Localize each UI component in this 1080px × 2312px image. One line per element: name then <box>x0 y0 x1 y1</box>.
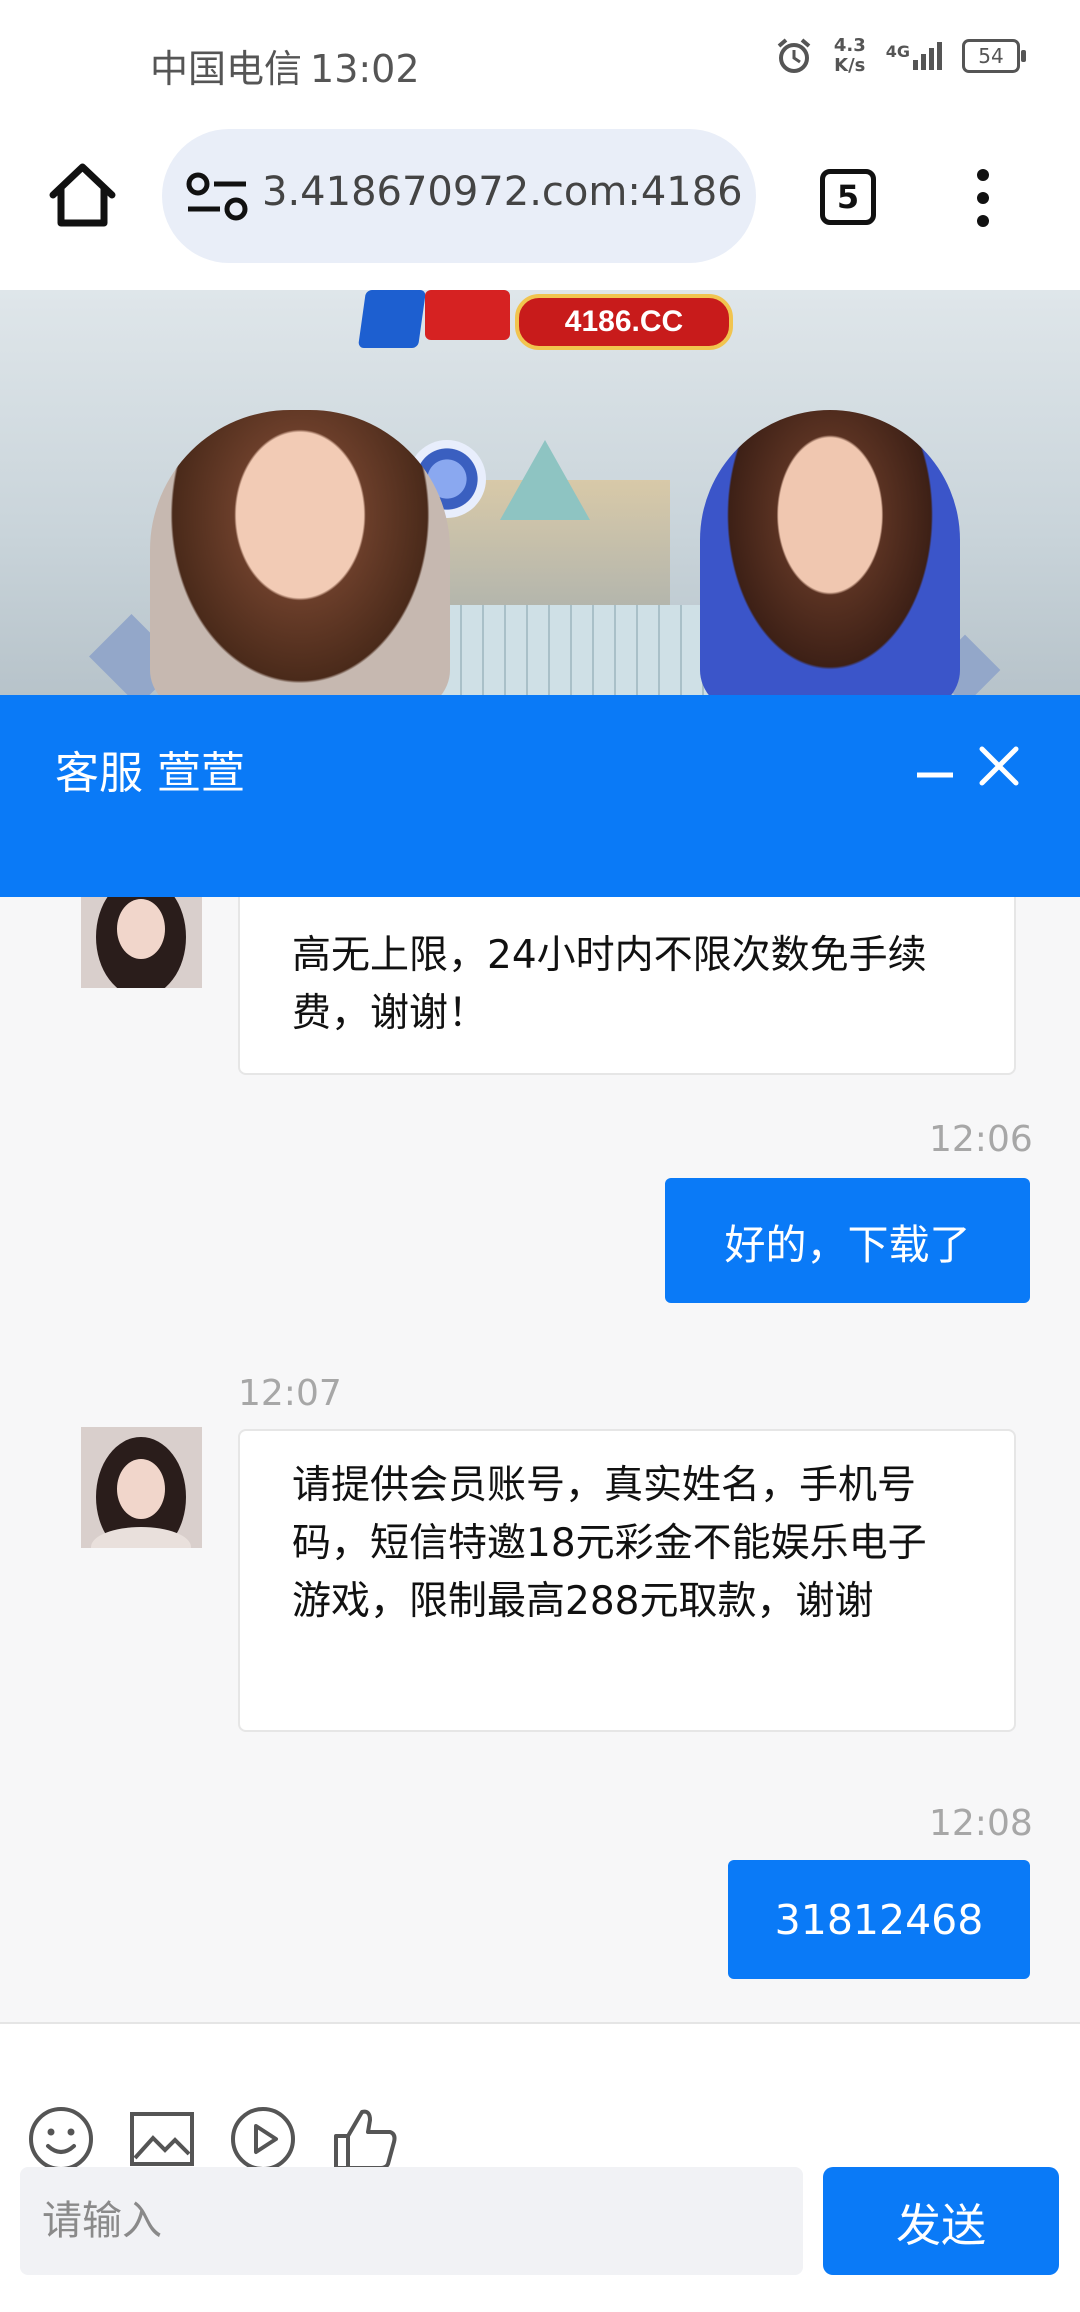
clock: 13:02 <box>310 47 420 91</box>
message-bubble-agent: 请提供会员账号，真实姓名，手机号码，短信特邀18元彩金不能娱乐电子游戏，限制最高… <box>238 1429 1016 1732</box>
message-input[interactable] <box>20 2167 803 2275</box>
network-speed-value: 4.3 <box>833 35 866 56</box>
agent-name: 萱萱 <box>157 748 245 799</box>
battery-level: 54 <box>978 44 1004 68</box>
banner-model-right <box>700 410 960 695</box>
site-info-icon[interactable] <box>184 171 250 223</box>
carrier-name: 中国电信 <box>150 47 303 91</box>
banner-logo-mark <box>357 290 427 348</box>
message-text: 请提供会员账号，真实姓名，手机号码，短信特邀18元彩金不能娱乐电子游戏，限制最高… <box>292 1463 927 1624</box>
send-button-label: 发送 <box>895 2198 986 2252</box>
chat-title: 客服 萱萱 <box>55 737 245 801</box>
banner-model-left <box>150 410 450 695</box>
message-time: 12:08 <box>929 1803 1033 1844</box>
send-button[interactable]: 发送 <box>823 2167 1059 2275</box>
status-icons: 4.3 K/s 4G 54 <box>774 36 1026 76</box>
message-bubble-user: 31812468 <box>728 1860 1030 1979</box>
address-bar[interactable]: 3.418670972.com:4186 <box>162 129 756 263</box>
emoji-icon[interactable] <box>26 2104 96 2174</box>
message-text: 31812468 <box>774 1895 984 1944</box>
promo-banner[interactable]: 4186.CC <box>0 290 1080 695</box>
banner-tiles-graphic <box>440 605 740 695</box>
chat-header: 客服 萱萱 <box>0 695 1080 897</box>
status-bar: 中国电信 13:02 4.3 K/s 4G 54 <box>0 0 1080 125</box>
agent-avatar <box>81 897 202 988</box>
video-icon[interactable] <box>228 2104 298 2174</box>
banner-roof-graphic <box>500 440 590 520</box>
signal-icon: 4G <box>886 42 942 70</box>
image-icon[interactable] <box>127 2104 197 2174</box>
tab-count: 5 <box>836 178 860 216</box>
alarm-icon <box>777 38 811 73</box>
status-carrier-time: 中国电信 13:02 <box>150 38 420 93</box>
close-icon[interactable] <box>978 745 1020 787</box>
message-bubble-agent: 高无上限，24小时内不限次数免手续费，谢谢！ <box>238 897 1016 1075</box>
message-time: 12:06 <box>929 1119 1033 1160</box>
message-bubble-user: 好的，下载了 <box>665 1178 1030 1303</box>
message-time: 12:07 <box>238 1373 342 1414</box>
tabs-icon[interactable]: 5 <box>820 169 876 225</box>
battery-icon: 54 <box>962 39 1026 73</box>
network-speed-unit: K/s <box>834 55 866 76</box>
composer: 发送 <box>0 2022 1080 2312</box>
url-text[interactable]: 3.418670972.com:4186 <box>262 169 743 215</box>
message-list[interactable]: 高无上限，24小时内不限次数免手续费，谢谢！ 12:06 好的，下载了 12:0… <box>0 897 1080 2022</box>
home-icon[interactable] <box>45 157 120 232</box>
network-type: 4G <box>885 42 910 61</box>
chat-title-label: 客服 <box>55 748 143 799</box>
banner-logo-mark-2 <box>425 290 510 340</box>
thumbs-up-icon[interactable] <box>330 2104 400 2174</box>
agent-avatar <box>81 1427 202 1548</box>
message-text: 好的，下载了 <box>724 1220 971 1269</box>
minimize-icon[interactable] <box>915 755 955 795</box>
more-menu-icon[interactable] <box>968 167 998 229</box>
network-speed: 4.3 K/s <box>834 36 866 76</box>
message-text: 高无上限，24小时内不限次数免手续费，谢谢！ <box>292 933 927 1036</box>
banner-domain-badge: 4186.CC <box>515 294 733 350</box>
browser-toolbar: 3.418670972.com:4186 5 <box>0 125 1080 291</box>
